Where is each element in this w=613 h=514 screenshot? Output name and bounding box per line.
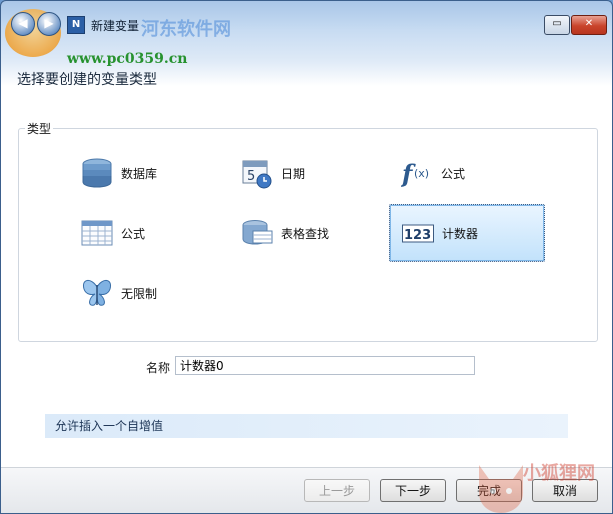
name-label: 名称: [146, 361, 171, 375]
calendar-clock-icon: 5: [241, 157, 273, 189]
type-date[interactable]: 5 日期: [229, 144, 379, 202]
prev-button[interactable]: 上一步: [304, 479, 370, 502]
maximize-button[interactable]: ▭: [544, 15, 570, 35]
butterfly-icon: [81, 277, 113, 309]
type-group-label: 类型: [25, 120, 54, 137]
page-subtitle: 选择要创建的变量类型: [17, 72, 157, 88]
type-formula-label: 公式: [441, 166, 466, 181]
type-formula[interactable]: f (x) 公式: [389, 144, 545, 202]
type-database-label: 数据库: [121, 166, 158, 181]
type-date-label: 日期: [281, 166, 306, 181]
title-bar: ◀ ▶ N 新建变量 河东软件网 ▭ ✕: [1, 1, 612, 57]
new-variable-dialog: ◀ ▶ N 新建变量 河东软件网 ▭ ✕ www.pc0359.cn 选择要创建…: [0, 0, 613, 514]
svg-text:123: 123: [404, 228, 431, 243]
hint-bar: 允许插入一个自增值: [45, 414, 568, 438]
corner-watermark: 小狐狸网: [523, 463, 595, 484]
svg-text:5: 5: [247, 169, 255, 184]
next-button[interactable]: 下一步: [380, 479, 446, 502]
svg-text:(x): (x): [414, 167, 429, 180]
function-fx-icon: f (x): [400, 157, 433, 189]
database-icon: [81, 157, 113, 189]
name-input[interactable]: [175, 356, 475, 375]
forward-arrow-icon[interactable]: ▶: [37, 12, 61, 36]
type-table-lookup[interactable]: 表格查找: [229, 204, 379, 262]
back-arrow-icon[interactable]: ◀: [11, 12, 35, 36]
type-unlimited[interactable]: 无限制: [69, 264, 219, 322]
watermark-site: www.pc0359.cn: [67, 51, 188, 67]
type-counter-label: 计数器: [442, 226, 479, 241]
watermark-brand: 河东软件网: [141, 19, 231, 40]
type-formula-table[interactable]: 公式: [69, 204, 219, 262]
close-button[interactable]: ✕: [571, 15, 607, 35]
table-grid-icon: [81, 217, 113, 249]
type-table-lookup-label: 表格查找: [281, 226, 330, 241]
type-unlimited-label: 无限制: [121, 286, 158, 301]
type-database[interactable]: 数据库: [69, 144, 219, 202]
counter-123-icon: 123: [402, 217, 434, 249]
window-title: 新建变量: [91, 19, 140, 33]
app-icon: N: [67, 16, 85, 34]
type-formula-table-label: 公式: [121, 226, 146, 241]
type-counter[interactable]: 123 计数器: [389, 204, 545, 262]
table-lookup-icon: [241, 217, 273, 249]
